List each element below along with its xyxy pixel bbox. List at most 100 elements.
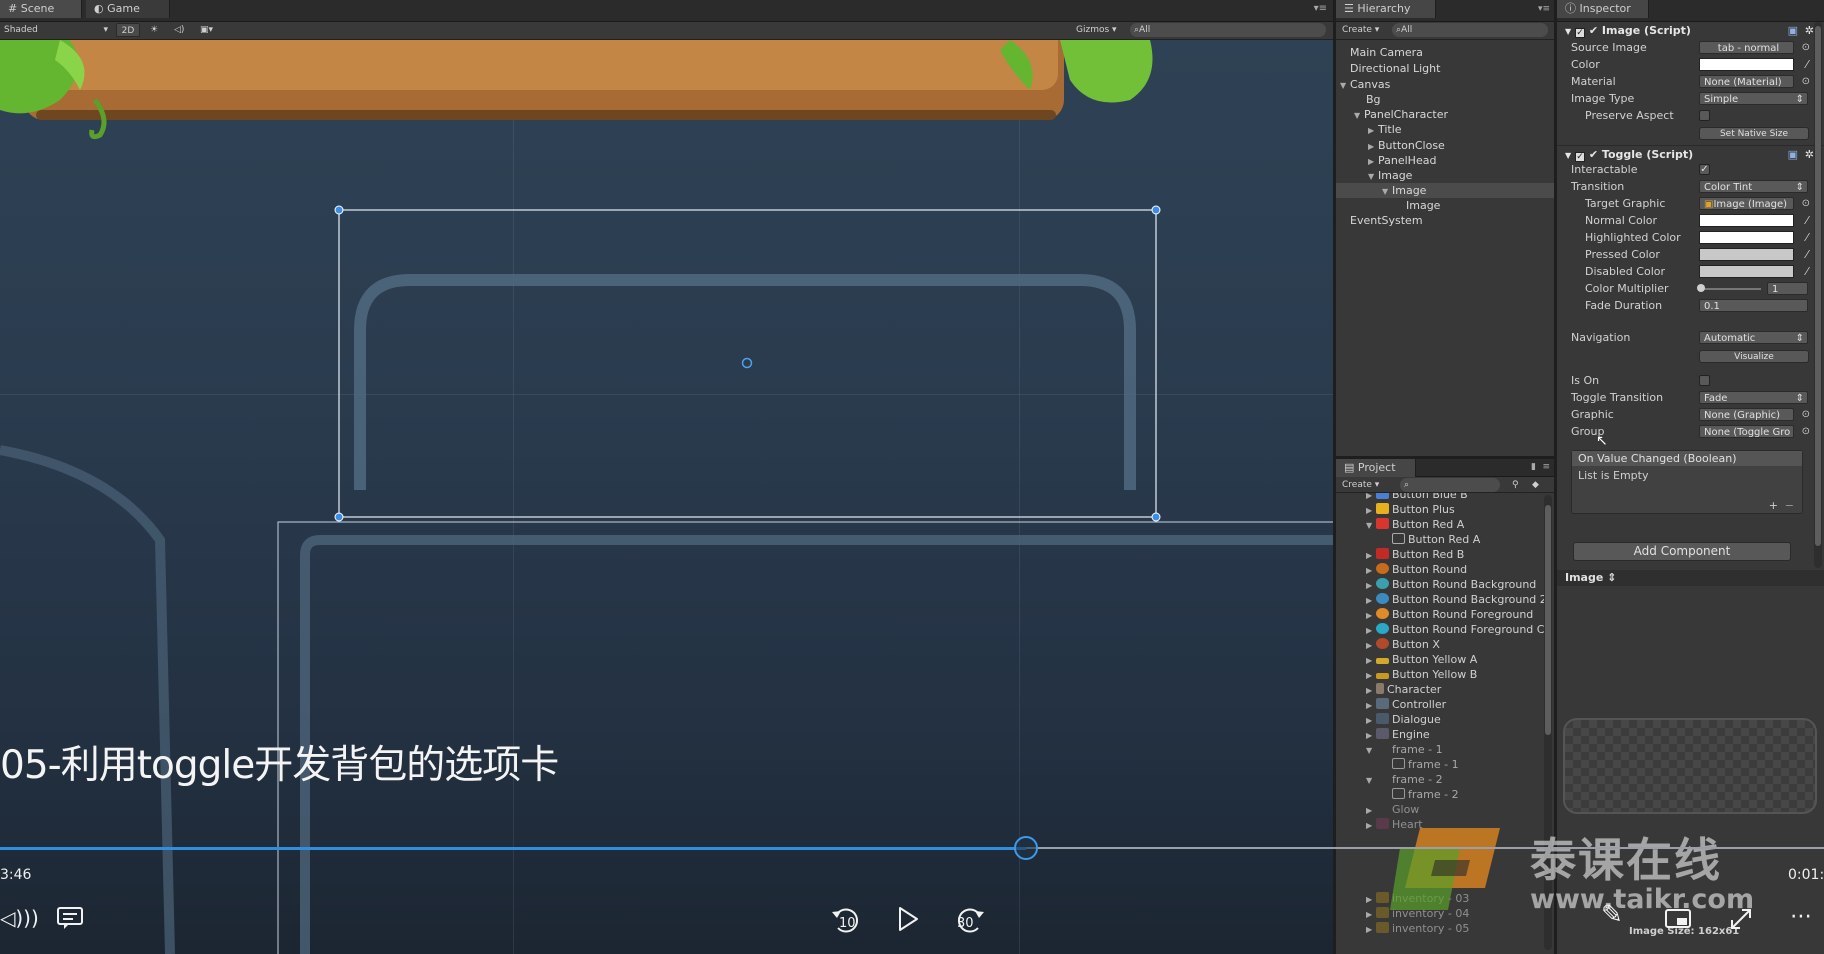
project-item[interactable]: ▶ Character xyxy=(1366,682,1441,697)
source-image-field[interactable]: tab - normal xyxy=(1699,41,1794,54)
event-add-button[interactable]: + xyxy=(1769,499,1778,512)
object-picker-icon[interactable]: ⊙ xyxy=(1802,196,1810,211)
panel-menu-icon[interactable]: ≡ xyxy=(1542,462,1550,472)
project-item[interactable]: ▶ Button Red B xyxy=(1366,547,1464,562)
pencil-icon[interactable]: ✎ xyxy=(1601,900,1623,930)
expand-right-icon[interactable]: ▶ xyxy=(1366,503,1376,518)
mode-2d-toggle[interactable]: 2D xyxy=(116,23,140,37)
project-item[interactable]: ▶ Controller xyxy=(1366,697,1446,712)
tab-hierarchy[interactable]: ☰ Hierarchy xyxy=(1336,0,1436,18)
hierarchy-item-image[interactable]: ▼ Image xyxy=(1368,168,1412,183)
inspector-scrollbar-thumb[interactable] xyxy=(1815,26,1821,546)
rewind-10-button[interactable]: 10 xyxy=(828,902,864,938)
expand-right-icon[interactable]: ▶ xyxy=(1366,892,1376,907)
scene-search-input[interactable]: ⌕All xyxy=(1130,23,1326,37)
project-item[interactable]: ▶ Button X xyxy=(1366,637,1440,652)
disabled-color-swatch[interactable] xyxy=(1699,265,1794,278)
subtitles-icon[interactable] xyxy=(56,906,84,930)
project-item[interactable]: Button Red A xyxy=(1392,532,1480,547)
component-enabled-checkbox[interactable]: ✓ xyxy=(1575,152,1585,162)
tab-project[interactable]: ▤ Project xyxy=(1336,459,1416,477)
expand-right-icon[interactable]: ▶ xyxy=(1366,728,1376,743)
hierarchy-item-image-selected[interactable]: ▼ Image xyxy=(1336,183,1554,198)
expand-right-icon[interactable]: ▶ xyxy=(1366,608,1376,623)
expand-down-icon[interactable]: ▼ xyxy=(1366,743,1376,758)
video-progress-knob[interactable] xyxy=(1014,836,1038,860)
project-scrollbar-thumb[interactable] xyxy=(1545,505,1551,735)
eyedropper-icon[interactable]: ⁄ xyxy=(1806,213,1808,228)
expand-down-icon[interactable]: ▼ xyxy=(1366,773,1376,788)
hierarchy-item-main-camera[interactable]: Main Camera xyxy=(1350,45,1423,60)
inspector-scrollbar[interactable] xyxy=(1814,22,1822,568)
tab-game[interactable]: ◐ Game xyxy=(86,0,170,18)
expand-right-icon[interactable]: ▶ xyxy=(1366,922,1376,937)
expand-down-icon[interactable]: ▼ xyxy=(1340,78,1350,93)
expand-right-icon[interactable]: ▶ xyxy=(1366,668,1376,683)
expand-right-icon[interactable]: ▶ xyxy=(1366,818,1376,833)
preserve-aspect-checkbox[interactable] xyxy=(1699,110,1710,121)
interactable-checkbox[interactable]: ✓ xyxy=(1699,164,1710,175)
component-enabled-checkbox[interactable]: ✓ xyxy=(1575,28,1585,38)
scene-view[interactable] xyxy=(0,40,1333,954)
group-field[interactable]: None (Toggle Gro xyxy=(1699,425,1794,438)
expand-right-icon[interactable]: ▶ xyxy=(1368,139,1378,154)
project-item[interactable]: ▶ Button Round Foreground C xyxy=(1366,622,1544,637)
lock-icon[interactable]: ▮ xyxy=(1531,462,1536,472)
project-item[interactable]: frame - 1 xyxy=(1392,757,1459,772)
project-item[interactable]: ▶ Button Yellow A xyxy=(1366,652,1477,667)
hierarchy-item-eventsystem[interactable]: EventSystem xyxy=(1350,213,1423,228)
more-options-icon[interactable]: ⋯ xyxy=(1790,904,1812,929)
project-item[interactable]: ▶ Button Round Background 2 xyxy=(1366,592,1546,607)
hierarchy-item-title[interactable]: ▶ Title xyxy=(1368,122,1402,137)
expand-right-icon[interactable]: ▶ xyxy=(1366,623,1376,638)
expand-right-icon[interactable]: ▶ xyxy=(1366,713,1376,728)
project-item[interactable]: ▶ Button Yellow B xyxy=(1366,667,1477,682)
fade-duration-field[interactable]: 0.1 xyxy=(1699,299,1808,312)
project-item[interactable]: ▶ Button Round Foreground xyxy=(1366,607,1533,622)
panel-menu-icon[interactable]: ▾≡ xyxy=(1314,3,1327,14)
expand-right-icon[interactable]: ▶ xyxy=(1366,593,1376,608)
expand-right-icon[interactable]: ▶ xyxy=(1366,803,1376,818)
color-swatch[interactable] xyxy=(1699,58,1794,71)
expand-right-icon[interactable]: ▶ xyxy=(1366,638,1376,653)
hierarchy-search-input[interactable]: ⌕All xyxy=(1392,23,1548,37)
project-item[interactable]: ▼ frame - 1 xyxy=(1366,742,1443,757)
tab-inspector[interactable]: ⓘ Inspector xyxy=(1557,0,1649,18)
project-item[interactable]: ▼ Button Red A xyxy=(1366,517,1464,532)
navigation-dropdown[interactable]: Automatic ⇕ xyxy=(1699,331,1808,344)
expand-down-icon[interactable]: ▼ xyxy=(1382,184,1392,199)
highlighted-color-swatch[interactable] xyxy=(1699,231,1794,244)
project-search-input[interactable]: ⌕ xyxy=(1400,478,1500,492)
effects-icon[interactable]: ▣▾ xyxy=(196,23,217,37)
transition-dropdown[interactable]: Color Tint ⇕ xyxy=(1699,180,1808,193)
expand-right-icon[interactable]: ▶ xyxy=(1366,698,1376,713)
project-item[interactable]: frame - 2 xyxy=(1392,787,1459,802)
preview-header[interactable]: Image ⇕ xyxy=(1557,570,1824,586)
expand-right-icon[interactable]: ▶ xyxy=(1366,683,1376,698)
fullscreen-icon[interactable] xyxy=(1728,906,1754,932)
filter-label-icon[interactable]: ◆ xyxy=(1528,478,1543,492)
target-graphic-field[interactable]: ▣Image (Image) xyxy=(1699,197,1794,210)
expand-right-icon[interactable]: ▶ xyxy=(1366,578,1376,593)
project-item[interactable]: ▶ Button Blue B xyxy=(1366,493,1468,502)
color-multiplier-slider-knob[interactable] xyxy=(1697,284,1705,292)
project-create-dropdown[interactable]: Create ▾ xyxy=(1338,478,1383,492)
eyedropper-icon[interactable]: ⁄ xyxy=(1806,264,1808,279)
expand-right-icon[interactable]: ▶ xyxy=(1368,154,1378,169)
material-field[interactable]: None (Material) xyxy=(1699,75,1794,88)
filter-type-icon[interactable]: ⚲ xyxy=(1508,478,1523,492)
gear-icon[interactable]: ✲ xyxy=(1805,23,1814,39)
object-picker-icon[interactable]: ⊙ xyxy=(1802,407,1810,422)
expand-down-icon[interactable]: ▼ xyxy=(1565,151,1571,160)
gizmos-dropdown[interactable]: Gizmos ▾ xyxy=(1072,23,1121,37)
color-multiplier-slider[interactable] xyxy=(1699,288,1761,290)
picture-in-picture-icon[interactable] xyxy=(1664,908,1692,930)
hierarchy-item-canvas[interactable]: ▼ Canvas xyxy=(1340,77,1390,92)
eyedropper-icon[interactable]: ⁄ xyxy=(1806,57,1808,72)
expand-right-icon[interactable]: ▶ xyxy=(1366,563,1376,578)
color-multiplier-field[interactable]: 1 xyxy=(1767,282,1808,295)
hierarchy-item-image-child[interactable]: Image xyxy=(1406,198,1440,213)
visualize-button[interactable]: Visualize xyxy=(1699,350,1809,363)
expand-down-icon[interactable]: ▼ xyxy=(1368,169,1378,184)
help-icon[interactable]: ▣ xyxy=(1788,23,1798,39)
